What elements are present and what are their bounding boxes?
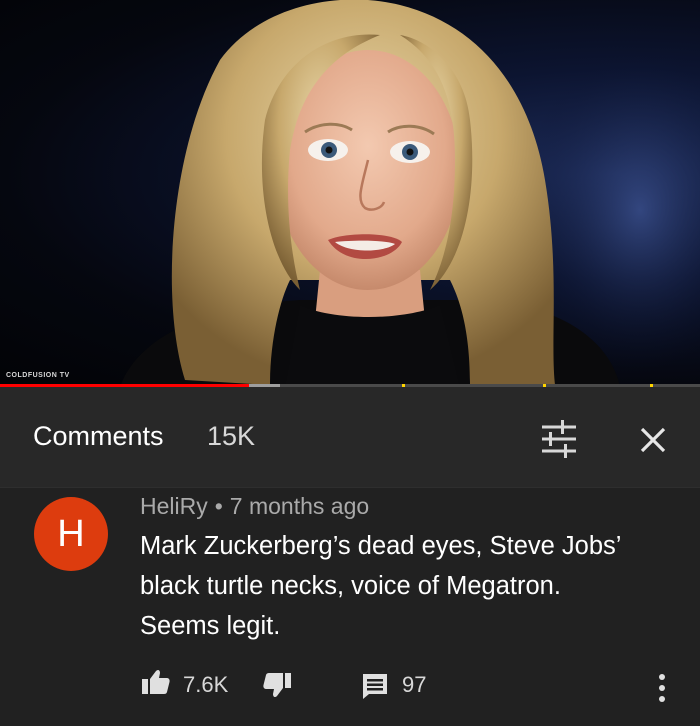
sort-filter-icon [542,420,576,458]
more-vertical-icon [659,674,665,702]
more-options-button[interactable] [652,668,672,708]
video-frame-image [120,0,700,387]
header-divider [0,487,700,488]
comment-meta: HeliRy • 7 months ago [140,493,369,520]
thumbs-down-icon [263,673,291,698]
avatar-letter: H [57,512,85,555]
video-player[interactable]: COLDFUSION TV [0,0,700,387]
comment-line: Seems legit. [140,612,281,640]
channel-watermark: COLDFUSION TV [6,372,70,379]
avatar[interactable]: H [34,497,108,571]
comment-line: Mark Zuckerberg’s dead eyes, Steve Jobs’ [140,532,622,560]
close-button[interactable] [633,420,673,460]
sort-button[interactable] [536,418,582,460]
reply-button[interactable] [361,672,389,700]
like-button[interactable] [140,668,170,696]
close-icon [640,427,666,453]
comment-time: 7 months ago [229,493,370,519]
comments-count: 15K [207,421,256,451]
comment-icon [363,674,387,699]
comment-text: Mark Zuckerberg’s dead eyes, Steve Jobs’… [140,526,660,646]
comments-title: Comments [33,421,164,451]
thumbs-up-icon [142,669,170,694]
comment-line: black turtle necks, voice of Megatron. [140,572,561,600]
reply-count: 97 [402,672,427,697]
like-count: 7.6K [183,672,229,697]
meta-separator: • [214,493,223,519]
dislike-button[interactable] [263,671,293,699]
comment-author[interactable]: HeliRy [140,493,208,519]
